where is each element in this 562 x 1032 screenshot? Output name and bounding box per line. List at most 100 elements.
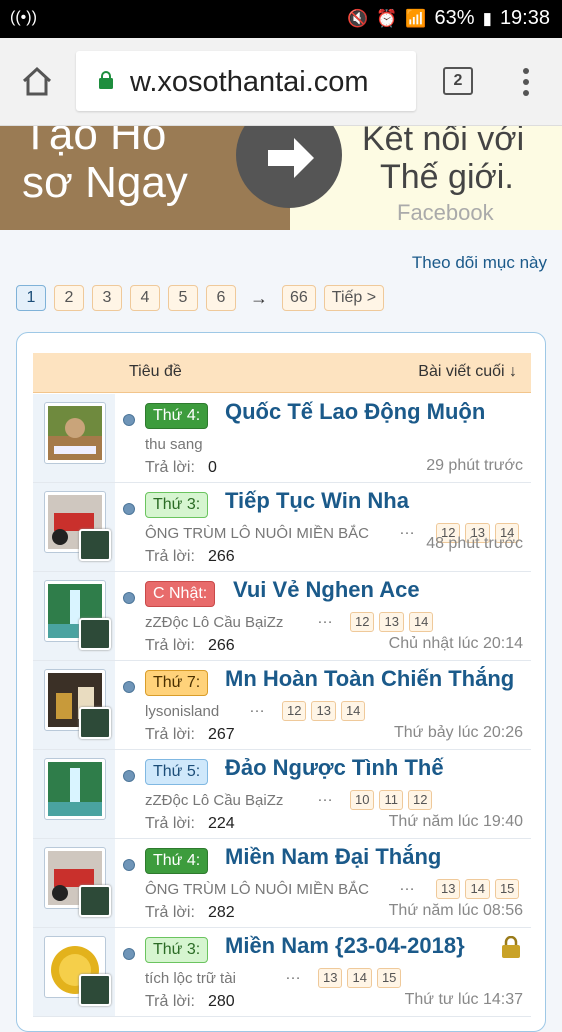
mini-page[interactable]: 14: [347, 968, 372, 988]
facebook-banner[interactable]: Tạo Hồ sơ Ngay Kết nối với Thế giới. Fac…: [0, 126, 562, 230]
home-icon[interactable]: [20, 64, 54, 98]
status-bar: ((•)) 🔇 ⏰ 📶 63% ▮ 19:38: [0, 0, 562, 38]
replies-label: Trả lời:: [145, 993, 195, 1010]
thread-title[interactable]: Vui Vẻ Nghen Ace: [233, 577, 420, 603]
last-post-time[interactable]: Thứ tư lúc 14:37: [405, 991, 523, 1009]
mini-page[interactable]: 15: [494, 879, 520, 899]
thread-list-header: Tiêu đề Bài viết cuối ↓: [33, 353, 531, 393]
avatar[interactable]: [44, 758, 106, 820]
mini-page[interactable]: 11: [379, 790, 403, 810]
mini-page[interactable]: 13: [311, 701, 336, 721]
thread-author[interactable]: zZĐộc Lô Cầu BạiZz: [145, 614, 283, 631]
last-post-time[interactable]: Thứ bảy lúc 20:26: [394, 724, 523, 742]
mini-page[interactable]: 14: [465, 879, 490, 899]
status-dot-icon: [123, 681, 135, 693]
prefix-tag[interactable]: Thứ 5:: [145, 759, 209, 785]
thread-title[interactable]: Quốc Tế Lao Động Muộn: [225, 399, 485, 425]
prefix-tag[interactable]: Thứ 4:: [145, 403, 209, 429]
page-3[interactable]: 3: [92, 285, 122, 311]
arrow-right-icon: [236, 126, 342, 208]
mini-page[interactable]: 12: [350, 612, 375, 632]
mini-page[interactable]: 13: [379, 612, 404, 632]
thread-title[interactable]: Miền Nam Đại Thắng: [225, 844, 441, 870]
thread-row[interactable]: Thứ 7: Mn Hoàn Toàn Chiến Thắng lysonisl…: [33, 661, 531, 750]
thread-list: Tiêu đề Bài viết cuối ↓ Thứ 4: Quốc Tế L…: [16, 332, 546, 1032]
last-poster-avatar[interactable]: [79, 885, 111, 917]
wifi-icon: 📶: [405, 8, 427, 28]
last-poster-avatar[interactable]: [79, 707, 111, 739]
thread-title[interactable]: Tiếp Tục Win Nha: [225, 488, 409, 514]
lock-icon: [99, 71, 113, 89]
thread-author[interactable]: ÔNG TRÙM LÔ NUÔI MIỀN BẮC: [145, 881, 369, 898]
prefix-tag[interactable]: Thứ 3:: [145, 492, 209, 518]
mini-page[interactable]: 13: [318, 968, 343, 988]
thread-row[interactable]: Thứ 3: Miền Nam {23-04-2018} tích lộc tr…: [33, 928, 531, 1017]
avatar[interactable]: [44, 402, 106, 464]
page-5[interactable]: 5: [168, 285, 198, 311]
mini-page[interactable]: 15: [376, 968, 402, 988]
mini-page[interactable]: 12: [282, 701, 307, 721]
mini-page[interactable]: 14: [340, 701, 366, 721]
page-2[interactable]: 2: [54, 285, 84, 311]
last-post-column-header[interactable]: Bài viết cuối ↓: [418, 363, 517, 381]
thread-author[interactable]: zZĐộc Lô Cầu BạiZz: [145, 792, 283, 809]
last-post-time[interactable]: 29 phút trước: [426, 457, 523, 475]
page-1[interactable]: 1: [16, 285, 46, 311]
tab-switcher-button[interactable]: 2: [443, 67, 473, 95]
prefix-tag[interactable]: Thứ 4:: [145, 848, 209, 874]
thread-row[interactable]: Thứ 4: Quốc Tế Lao Động Muộn thu sang Tr…: [33, 394, 531, 483]
overflow-menu-icon[interactable]: [516, 66, 536, 98]
replies-label: Trả lời:: [145, 904, 195, 921]
page-4[interactable]: 4: [130, 285, 160, 311]
replies-count: 282: [208, 904, 235, 921]
replies-label: Trả lời:: [145, 637, 195, 654]
thread-row[interactable]: Thứ 3: Tiếp Tục Win Nha ÔNG TRÙM LÔ NUÔI…: [33, 483, 531, 572]
mute-icon: 🔇: [347, 8, 369, 28]
prefix-tag[interactable]: C Nhật:: [145, 581, 216, 607]
last-poster-avatar[interactable]: [79, 618, 111, 650]
thread-mini-pages: … 13 14 15: [285, 966, 402, 988]
title-column-header[interactable]: Tiêu đề: [129, 363, 182, 381]
last-post-time[interactable]: Thứ năm lúc 19:40: [389, 813, 523, 831]
replies-count: 280: [208, 993, 235, 1010]
thread-author[interactable]: tích lộc trữ tài: [145, 970, 236, 987]
page-jump-arrow[interactable]: →: [244, 288, 274, 309]
mini-page[interactable]: 10: [350, 790, 375, 810]
replies-label: Trả lời:: [145, 726, 195, 743]
thread-mini-pages: … 12 13 14: [317, 610, 434, 632]
follow-link[interactable]: Theo dõi mục này: [412, 253, 547, 273]
battery-icon: ▮: [482, 8, 492, 28]
thread-title[interactable]: Mn Hoàn Toàn Chiến Thắng: [225, 666, 514, 692]
thread-title[interactable]: Đảo Ngược Tình Thế: [225, 755, 444, 781]
thread-row[interactable]: C Nhật: Vui Vẻ Nghen Ace zZĐộc Lô Cầu Bạ…: [33, 572, 531, 661]
page-6[interactable]: 6: [206, 285, 236, 311]
last-post-time[interactable]: Chủ nhật lúc 20:14: [389, 635, 523, 653]
thread-author[interactable]: ÔNG TRÙM LÔ NUÔI MIỀN BẮC: [145, 525, 369, 542]
page-last[interactable]: 66: [282, 285, 316, 311]
thread-row[interactable]: Thứ 4: Miền Nam Đại Thắng ÔNG TRÙM LÔ NU…: [33, 839, 531, 928]
replies-count: 0: [208, 459, 217, 476]
prefix-tag[interactable]: Thứ 3:: [145, 937, 209, 963]
mini-page[interactable]: 12: [407, 790, 433, 810]
last-poster-avatar[interactable]: [79, 529, 111, 561]
last-poster-avatar[interactable]: [79, 974, 111, 1006]
last-post-time[interactable]: 48 phút trước: [426, 535, 523, 553]
thread-mini-pages: … 13 14 15: [399, 877, 520, 899]
next-page-button[interactable]: Tiếp >: [323, 285, 385, 311]
mini-page[interactable]: 14: [408, 612, 434, 632]
last-post-time[interactable]: Thứ năm lúc 08:56: [389, 902, 523, 920]
thread-row[interactable]: Thứ 5: Đảo Ngược Tình Thế zZĐộc Lô Cầu B…: [33, 750, 531, 839]
status-dot-icon: [123, 948, 135, 960]
banner-line-1: Tạo Hồ: [22, 126, 167, 159]
clock: 19:38: [499, 7, 550, 29]
alarm-icon: ⏰: [376, 8, 398, 28]
thread-author[interactable]: thu sang: [145, 436, 203, 453]
thread-title[interactable]: Miền Nam {23-04-2018}: [225, 933, 465, 959]
thread-mini-pages: … 12 13 14: [249, 699, 366, 721]
replies-label: Trả lời:: [145, 459, 195, 476]
thread-mini-pages: … 10 11 12: [317, 788, 433, 810]
prefix-tag[interactable]: Thứ 7:: [145, 670, 209, 696]
mini-page[interactable]: 13: [436, 879, 461, 899]
thread-author[interactable]: lysonisland: [145, 703, 219, 720]
address-bar[interactable]: w.xosothantai.com: [76, 51, 416, 111]
